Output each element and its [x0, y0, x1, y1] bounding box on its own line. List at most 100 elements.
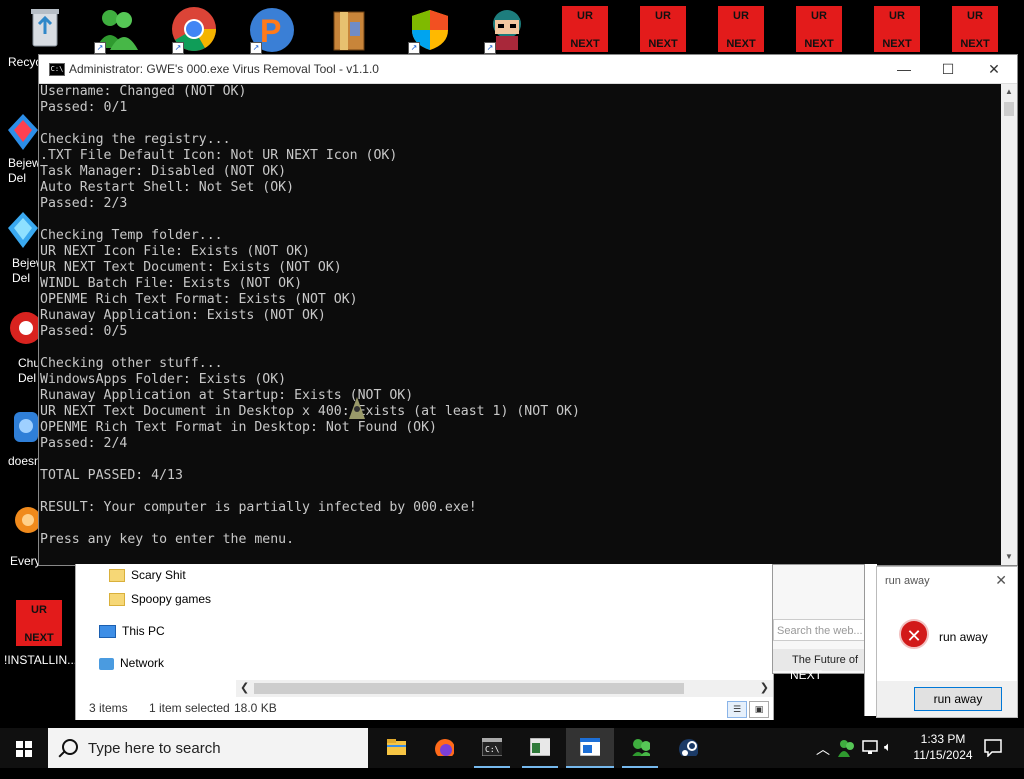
- desktop-icon-chrome[interactable]: ↗: [170, 6, 218, 55]
- status-item-count: 3 items: [89, 701, 128, 715]
- nav-label: This PC: [122, 624, 165, 638]
- shortcut-arrow-icon: ↗: [484, 42, 496, 54]
- scroll-left-icon[interactable]: ❮: [240, 681, 249, 694]
- tile-text: UR: [967, 10, 983, 22]
- console-line: Checking other stuff...: [40, 356, 223, 371]
- taskbar-command-prompt[interactable]: C:\: [468, 728, 516, 768]
- scroll-right-icon[interactable]: ❯: [760, 681, 769, 694]
- desktop-icon-windows-security[interactable]: ↗: [408, 8, 452, 55]
- bejeweled-icon: [8, 212, 38, 248]
- tab-title: The Future of: [792, 654, 859, 666]
- tile-text: NEXT: [24, 632, 54, 644]
- horizontal-scrollbar[interactable]: ❮ ❯: [236, 680, 773, 697]
- web-search-input[interactable]: Search the web...: [773, 619, 865, 641]
- people-tray-icon[interactable]: [838, 739, 856, 757]
- ur-next-file-icon[interactable]: UR NEXT: [874, 6, 920, 52]
- notifications-icon[interactable]: [984, 739, 1002, 757]
- firefox-icon: [435, 739, 454, 756]
- desktop-icon-chuzzle[interactable]: Chu Del: [6, 310, 42, 385]
- minimize-button[interactable]: —: [881, 55, 927, 83]
- ur-next-file-icon[interactable]: UR NEXT: [562, 6, 608, 52]
- large-icons-view-icon[interactable]: ▣: [749, 701, 769, 718]
- clock-date: 11/15/2024: [913, 748, 973, 762]
- archive-icon: [333, 11, 365, 51]
- ur-next-file-icon[interactable]: UR NEXT: [640, 6, 686, 52]
- search-icon: [62, 739, 78, 755]
- tile-text: UR: [889, 10, 905, 22]
- console-line: WindowsApps Folder: Exists (OK): [40, 372, 287, 387]
- desktop-icon-label: !INSTALLIN...: [4, 653, 78, 667]
- desktop-icon-bejeweled-2[interactable]: Bejew Del: [6, 210, 45, 285]
- desktop-icon-everything[interactable]: Every...: [6, 504, 50, 568]
- taskbar-app-window[interactable]: [516, 728, 564, 768]
- console-line: .TXT File Default Icon: Not UR NEXT Icon…: [40, 148, 398, 163]
- console-line: Passed: 0/5: [40, 324, 128, 339]
- nav-item-this-pc[interactable]: This PC: [99, 624, 165, 639]
- scroll-thumb[interactable]: [1004, 102, 1014, 116]
- taskbar-people-app[interactable]: [616, 728, 664, 768]
- windows-logo-icon: [16, 741, 32, 757]
- scroll-up-icon[interactable]: ▲: [1001, 84, 1017, 100]
- desktop-icon-archive[interactable]: [330, 8, 370, 55]
- maximize-button[interactable]: ☐: [925, 55, 971, 83]
- taskbar-dialog-window[interactable]: [566, 728, 614, 768]
- dialog-title: run away: [885, 575, 930, 587]
- status-selected: 1 item selected: [149, 701, 230, 715]
- volume-icon[interactable]: 🔈︎: [884, 739, 892, 779]
- tile-text: UR: [655, 10, 671, 22]
- shortcut-arrow-icon: ↗: [172, 42, 184, 54]
- nav-item-network[interactable]: Network: [99, 656, 164, 670]
- desktop-icon-contacts[interactable]: ↗: [92, 6, 142, 55]
- nav-item-spoopy[interactable]: Spoopy games: [109, 592, 212, 607]
- run-away-button[interactable]: run away: [914, 687, 1002, 711]
- console-window[interactable]: C:\ Administrator: GWE's 000.exe Virus R…: [38, 54, 1018, 566]
- console-output[interactable]: Username: Changed (NOT OK) Passed: 0/1 Ch…: [39, 84, 1001, 565]
- folder-icon: [387, 739, 406, 755]
- desktop-icon-p-app[interactable]: P ↗: [248, 6, 296, 55]
- error-dialog[interactable]: run away ✕ ✕ run away run away: [876, 566, 1018, 718]
- shortcut-arrow-icon: ↗: [408, 42, 420, 54]
- console-line: Runaway Application at Startup: Exists (…: [40, 388, 414, 403]
- console-line: Username: Changed (NOT OK): [40, 84, 247, 99]
- taskbar-steam[interactable]: [664, 728, 712, 768]
- ur-next-file-icon[interactable]: UR NEXT: [796, 6, 842, 52]
- ur-next-file-icon[interactable]: UR NEXT: [718, 6, 764, 52]
- console-line: Passed: 2/3: [40, 196, 128, 211]
- desktop-icon-game[interactable]: ↗: [484, 6, 530, 55]
- scroll-down-icon[interactable]: ▼: [1001, 549, 1017, 565]
- details-view-icon[interactable]: ☰: [727, 701, 747, 718]
- network-icon[interactable]: [862, 740, 880, 756]
- vertical-scrollbar[interactable]: ▲ ▼: [1001, 84, 1017, 565]
- desktop-icon-doesn[interactable]: doesn: [6, 408, 41, 468]
- console-line: Passed: 2/4: [40, 436, 128, 451]
- nav-item-scary[interactable]: Scary Shit: [109, 568, 186, 583]
- svg-text:C:\: C:\: [485, 745, 500, 754]
- desktop-icon-bejeweled[interactable]: Bejew Del: [6, 112, 41, 185]
- console-line: Passed: 0/1: [40, 100, 128, 115]
- svg-text:P: P: [260, 13, 281, 49]
- browser-window[interactable]: Search the web... The Future of: [772, 564, 866, 674]
- show-hidden-icons-icon[interactable]: ︿: [816, 739, 830, 779]
- nav-label: Network: [120, 656, 165, 670]
- taskbar-search[interactable]: Type here to search: [48, 728, 368, 768]
- close-icon[interactable]: ✕: [995, 572, 1007, 589]
- error-icon: ✕: [899, 619, 929, 649]
- console-titlebar[interactable]: C:\ Administrator: GWE's 000.exe Virus R…: [39, 55, 1017, 84]
- scroll-thumb[interactable]: [254, 683, 684, 694]
- system-clock[interactable]: 1:33 PM 11/15/2024: [906, 731, 980, 763]
- start-button[interactable]: [0, 728, 48, 768]
- people-icon: [632, 739, 650, 756]
- file-explorer-window[interactable]: Scary Shit Spoopy games This PC Network …: [75, 564, 774, 720]
- ur-next-file-icon[interactable]: UR NEXT: [952, 6, 998, 52]
- taskbar-file-explorer[interactable]: [372, 728, 420, 768]
- close-button[interactable]: ✕: [971, 55, 1017, 83]
- nav-label: Spoopy games: [131, 592, 212, 606]
- chuzzle-icon: [10, 312, 42, 344]
- taskbar-firefox[interactable]: [420, 728, 468, 768]
- folder-icon: [109, 569, 125, 583]
